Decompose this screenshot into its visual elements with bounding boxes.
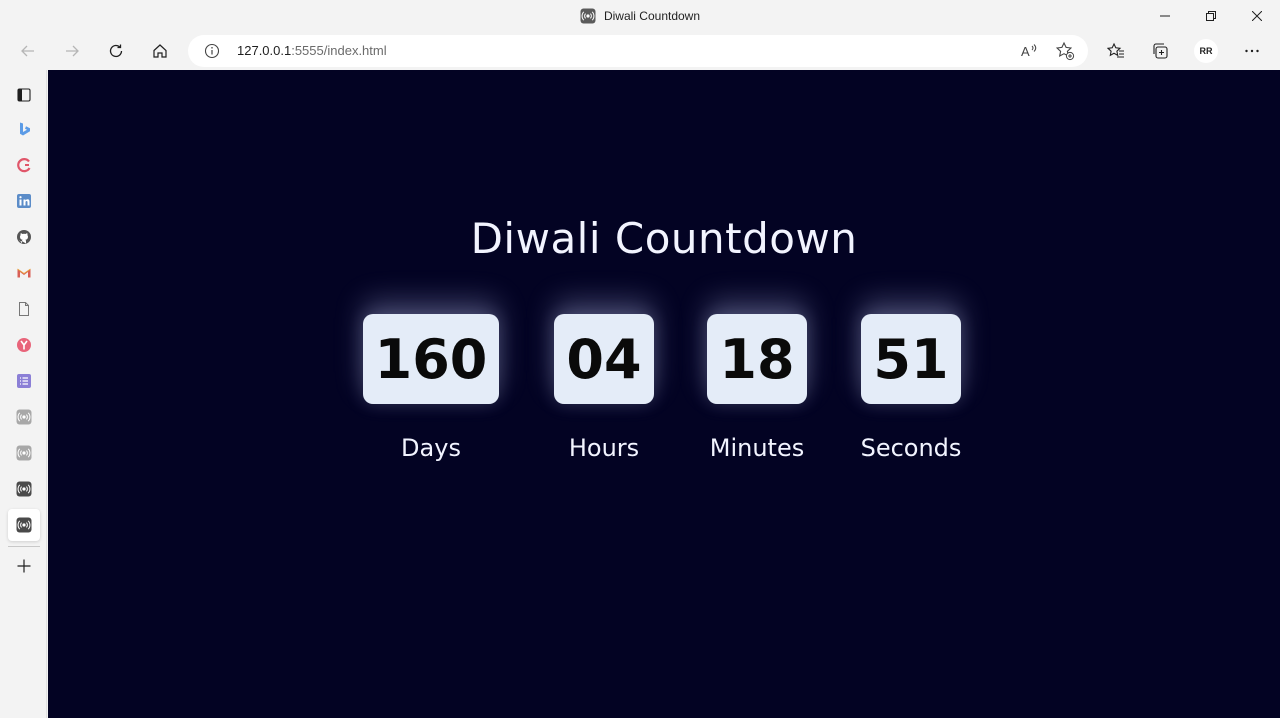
sidebar-divider: [8, 546, 40, 547]
sidebar-item-bing[interactable]: [8, 113, 40, 145]
search-app-icon: [17, 158, 31, 173]
collections-button[interactable]: [1144, 35, 1176, 67]
countdown-minutes: 18 Minutes: [702, 314, 812, 462]
minimize-icon: [1160, 15, 1170, 17]
broadcast-icon: [16, 481, 32, 497]
refresh-button[interactable]: [100, 35, 132, 67]
back-button[interactable]: [12, 35, 44, 67]
sidebar-item-broadcast-2[interactable]: [8, 437, 40, 469]
github-icon: [17, 230, 31, 244]
favorites-icon: [1107, 42, 1124, 58]
info-icon[interactable]: [204, 43, 220, 59]
bing-icon: [20, 122, 30, 136]
restore-icon: [1206, 11, 1216, 21]
collections-icon: [1153, 43, 1168, 59]
page-content: Diwali Countdown 160 Days 04 Hours 18 Mi…: [48, 70, 1280, 718]
seconds-value: 51: [861, 314, 961, 404]
settings-more-button[interactable]: [1236, 35, 1268, 67]
sidebar-add-button[interactable]: [8, 550, 40, 582]
plus-icon: [17, 559, 31, 573]
close-button[interactable]: [1234, 0, 1280, 32]
add-favorite-icon[interactable]: [1055, 41, 1075, 61]
sidebar-item-broadcast-1[interactable]: [8, 401, 40, 433]
tab-actions-icon: [17, 88, 31, 102]
address-bar[interactable]: 127.0.0.1:5555/index.html A: [188, 35, 1088, 67]
forward-arrow-icon: [66, 45, 79, 57]
sidebar-item-github[interactable]: [8, 221, 40, 253]
sidebar-item-tab-actions[interactable]: [8, 79, 40, 111]
minutes-label: Minutes: [709, 434, 805, 462]
linkedin-icon: [17, 194, 31, 208]
countdown-days: 160 Days: [362, 314, 500, 462]
sidebar-item-document[interactable]: [8, 293, 40, 325]
sidebar-item-search-app[interactable]: [8, 149, 40, 181]
home-icon: [153, 44, 167, 58]
browser-toolbar: 127.0.0.1:5555/index.html A: [0, 32, 1280, 70]
broadcast-icon: [16, 445, 32, 461]
minimize-button[interactable]: [1142, 0, 1188, 32]
window-title-text: Diwali Countdown: [603, 9, 701, 23]
window-title: Diwali Countdown: [0, 0, 1280, 32]
countdown-seconds: 51 Seconds: [854, 314, 968, 462]
page-title: Diwali Countdown: [470, 214, 858, 263]
svg-text:A: A: [1021, 44, 1030, 59]
minutes-value: 18: [707, 314, 807, 404]
favorites-button[interactable]: [1100, 35, 1132, 67]
countdown-hours: 04 Hours: [544, 314, 664, 462]
seconds-label: Seconds: [860, 434, 962, 462]
url-path: :5555/index.html: [291, 43, 387, 58]
close-icon: [1252, 11, 1262, 21]
url-text[interactable]: 127.0.0.1:5555/index.html: [237, 35, 387, 67]
sidebar-item-broadcast-3[interactable]: [8, 473, 40, 505]
sidebar-item-y-app[interactable]: [8, 329, 40, 361]
days-value: 160: [362, 314, 500, 404]
sidebar-item-gmail[interactable]: [8, 257, 40, 289]
url-host: 127.0.0.1: [237, 43, 292, 58]
restore-button[interactable]: [1188, 0, 1234, 32]
title-bar: Diwali Countdown: [0, 0, 1280, 32]
days-label: Days: [401, 434, 461, 462]
list-app-icon: [17, 374, 31, 388]
hours-value: 04: [554, 314, 654, 404]
sidebar-item-broadcast-active[interactable]: [8, 509, 40, 541]
back-arrow-icon: [21, 45, 34, 57]
broadcast-icon: [16, 409, 32, 425]
profile-avatar[interactable]: RR: [1194, 39, 1218, 63]
home-button[interactable]: [144, 35, 176, 67]
refresh-icon: [109, 44, 123, 58]
hours-label: Hours: [568, 434, 640, 462]
sidebar-item-list-app[interactable]: [8, 365, 40, 397]
more-icon: [1245, 49, 1259, 53]
sidebar-item-linkedin[interactable]: [8, 185, 40, 217]
sidebar: [0, 70, 47, 718]
document-icon: [19, 302, 29, 316]
y-app-icon: [17, 338, 31, 352]
broadcast-icon: [580, 8, 596, 24]
forward-button[interactable]: [56, 35, 88, 67]
read-aloud-icon[interactable]: A: [1019, 41, 1039, 61]
broadcast-icon: [16, 517, 32, 533]
gmail-icon: [17, 268, 31, 278]
